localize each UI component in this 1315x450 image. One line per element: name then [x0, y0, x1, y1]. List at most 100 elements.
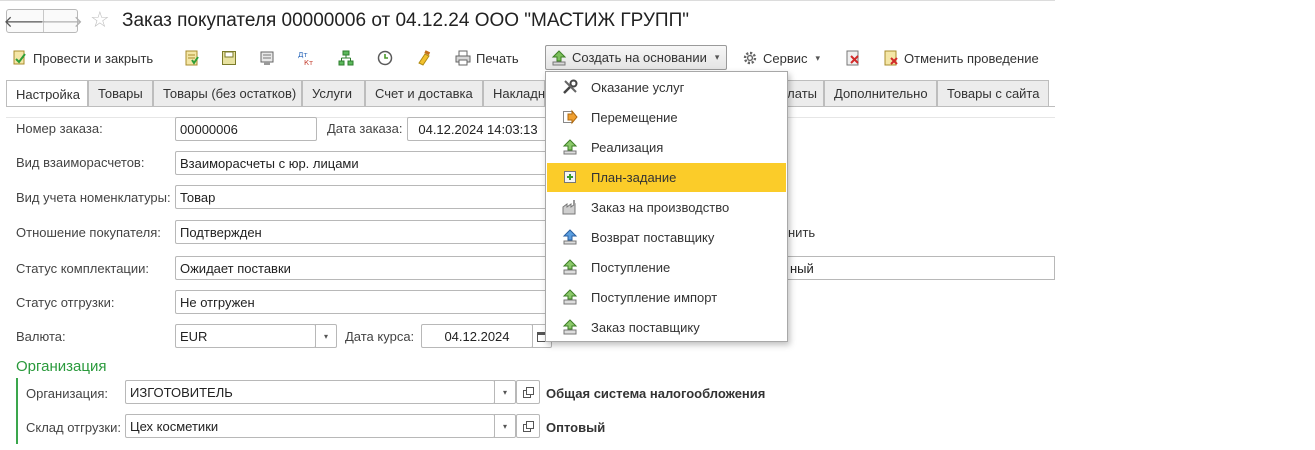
mark-button[interactable] [416, 46, 432, 70]
create-based-on-menu: Оказание услуг Перемещение Реализация Пл… [545, 71, 788, 342]
open-link-icon [522, 386, 534, 398]
assembly-status-field[interactable]: Ожидает поставки [175, 256, 547, 280]
tab-label: Счет и доставка [375, 86, 473, 101]
menu-item-supplier-order[interactable]: Заказ поставщику [547, 313, 786, 342]
chevron-down-icon: ▾ [502, 421, 507, 431]
tab-site-goods[interactable]: Товары с сайта [937, 80, 1049, 106]
order-date-field[interactable]: 04.12.2024 14:03:13 [407, 117, 549, 141]
currency-label: Валюта: [16, 329, 66, 344]
section-accent-bar [16, 378, 18, 444]
order-number-label: Номер заказа: [16, 121, 103, 136]
assembly-side-field[interactable]: ный [786, 256, 1055, 280]
tab-divider [6, 106, 1055, 107]
create-based-on-button[interactable]: Создать на основании ▾ [545, 45, 727, 70]
menu-item-production-order[interactable]: Заказ на производство [547, 193, 786, 222]
create-based-icon [551, 49, 567, 65]
service-button[interactable]: Сервис ▾ [742, 46, 820, 70]
currency-dropdown-button[interactable]: ▾ [315, 324, 337, 348]
receipt-import-icon [562, 289, 578, 305]
chevron-down-icon: ▾ [502, 387, 507, 397]
menu-item-receipt-import[interactable]: Поступление импорт [547, 283, 786, 312]
tab-invoice-delivery[interactable]: Счет и доставка [365, 80, 483, 106]
tab-services[interactable]: Услуги [302, 80, 365, 106]
tab-label: Накладн [493, 86, 546, 101]
chevron-down-icon: ▾ [815, 52, 821, 63]
receipt-icon [562, 259, 578, 275]
menu-item-label: Перемещение [591, 110, 678, 125]
shipment-status-field[interactable]: Не отгружен [175, 290, 547, 314]
post-close-label: Провести и закрыть [33, 50, 154, 66]
menu-item-label: Возврат поставщику [591, 230, 715, 245]
arrow-right-icon: 🡒 [40, 13, 83, 31]
rate-date-label: Дата курса: [345, 329, 415, 344]
delete-icon [846, 50, 859, 66]
supplier-order-icon [562, 319, 578, 335]
menu-item-plan-task[interactable]: План-задание [547, 163, 786, 192]
order-date-label: Дата заказа: [327, 121, 403, 136]
organization-label: Организация: [26, 386, 109, 401]
tab-label: Товары с сайта [947, 86, 1040, 101]
delete-mark-button[interactable] [845, 46, 861, 70]
tab-label: Дополнительно [834, 86, 928, 101]
back-button[interactable]: 🡐 [4, 10, 47, 32]
save-button[interactable] [221, 46, 237, 70]
menu-item-receipt[interactable]: Поступление [547, 253, 786, 282]
create-based-label: Создать на основании [572, 50, 707, 65]
settlement-field[interactable]: Взаиморасчеты с юр. лицами [175, 151, 547, 175]
nomenclature-field[interactable]: Товар [175, 185, 547, 209]
assembly-status-label: Статус комплектации: [16, 261, 150, 276]
tab-label: Товары (без остатков) [163, 86, 297, 101]
relation-field[interactable]: Подтвержден [175, 220, 547, 244]
organization-open-button[interactable] [516, 380, 540, 404]
tab-goods-no-stock[interactable]: Товары (без остатков) [153, 80, 302, 106]
open-link-icon [522, 420, 534, 432]
post-and-close-button[interactable]: Провести и закрыть [12, 46, 153, 70]
rate-date-field[interactable]: 04.12.2024 [421, 324, 533, 348]
post-icon [185, 50, 199, 66]
warehouse-field[interactable]: Цех косметики [125, 414, 495, 438]
move-icon [563, 109, 578, 125]
dt-kt-button[interactable]: Дт Кт [298, 46, 314, 70]
menu-item-label: Оказание услуг [591, 80, 685, 95]
printer-icon [455, 50, 471, 66]
top-divider [0, 0, 1055, 1]
menu-item-label: Заказ поставщику [591, 320, 700, 335]
gear-icon [743, 51, 757, 65]
print-button[interactable]: Печать [455, 46, 519, 70]
shipment-status-label: Статус отгрузки: [16, 295, 115, 310]
tab-goods[interactable]: Товары [88, 80, 153, 106]
tab-label: Услуги [312, 86, 352, 101]
chevron-down-icon: ▾ [714, 52, 720, 62]
tab-payments[interactable]: латы [786, 80, 824, 106]
sale-icon [562, 139, 578, 155]
order-number-field[interactable]: 00000006 [175, 117, 317, 141]
tab-waybills[interactable]: Накладн [483, 80, 545, 106]
warehouse-dropdown-button[interactable]: ▾ [494, 414, 516, 438]
warehouse-open-button[interactable] [516, 414, 540, 438]
navigation-buttons: 🡐 🡒 [4, 9, 83, 33]
menu-item-sale[interactable]: Реализация [547, 133, 786, 162]
return-icon [562, 229, 578, 245]
post-button[interactable] [184, 46, 200, 70]
hierarchy-icon [338, 50, 354, 66]
menu-item-label: Поступление [591, 260, 671, 275]
relation-label: Отношение покупателя: [16, 225, 161, 240]
menu-item-transfer[interactable]: Перемещение [547, 103, 786, 132]
forward-button[interactable]: 🡒 [40, 10, 83, 32]
tab-settings[interactable]: Настройка [6, 80, 88, 107]
structure-button[interactable] [338, 46, 354, 70]
history-button[interactable] [377, 46, 393, 70]
print-form-button[interactable] [259, 46, 275, 70]
unpost-button[interactable]: Отменить проведение [883, 46, 1039, 70]
organization-field[interactable]: ИЗГОТОВИТЕЛЬ [125, 380, 495, 404]
organization-dropdown-button[interactable]: ▾ [494, 380, 516, 404]
nomenclature-label: Вид учета номенклатуры: [16, 190, 171, 205]
menu-item-services[interactable]: Оказание услуг [547, 73, 786, 102]
settlement-label: Вид взаиморасчетов: [16, 155, 145, 170]
currency-field[interactable]: EUR [175, 324, 316, 348]
tab-additional[interactable]: Дополнительно [824, 80, 937, 106]
menu-item-label: План-задание [591, 170, 677, 185]
menu-item-supplier-return[interactable]: Возврат поставщику [547, 223, 786, 252]
chevron-down-icon: ▾ [323, 331, 328, 341]
star-icon[interactable]: ☆ [90, 8, 110, 32]
